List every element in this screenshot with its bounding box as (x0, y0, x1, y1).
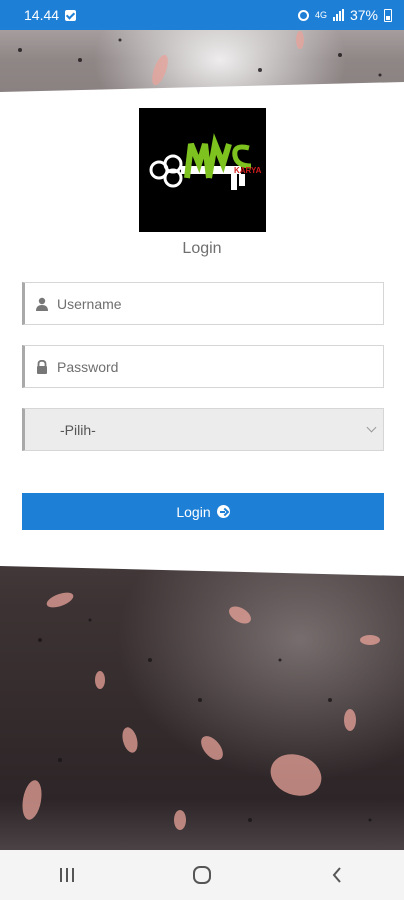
password-field[interactable] (22, 345, 384, 388)
status-left: 14.44 (24, 7, 77, 23)
logo-badge-text: KARYA (234, 166, 262, 175)
notification-icon (65, 9, 77, 21)
user-icon (36, 297, 48, 311)
login-button[interactable]: Login (22, 493, 384, 530)
login-button-label: Login (176, 503, 211, 520)
page-title: Login (182, 240, 222, 257)
arrow-right-circle-icon (216, 505, 230, 518)
status-right: 4G 37% (297, 7, 392, 23)
status-bar: 14.44 4G 37% (0, 0, 404, 30)
password-input[interactable] (57, 358, 357, 375)
alarm-icon (297, 9, 309, 21)
signal-icon (332, 9, 344, 21)
back-button[interactable] (307, 855, 367, 895)
back-icon (332, 867, 341, 883)
network-type: 4G (314, 9, 327, 20)
lock-icon (37, 359, 47, 374)
battery-icon (384, 8, 392, 22)
recents-icon (60, 868, 75, 882)
navigation-bar (0, 850, 404, 900)
status-time: 14.44 (24, 7, 60, 23)
username-field[interactable] (22, 282, 384, 325)
role-select-value: -Pilih- (60, 421, 96, 438)
app-logo: KARYA (139, 108, 266, 232)
username-input[interactable] (57, 295, 357, 312)
battery-percent: 37% (349, 7, 378, 23)
home-button[interactable] (172, 855, 232, 895)
home-icon (192, 866, 211, 884)
role-select[interactable]: -Pilih- (22, 408, 384, 451)
recents-button[interactable] (37, 855, 97, 895)
chevron-down-icon (366, 422, 377, 433)
